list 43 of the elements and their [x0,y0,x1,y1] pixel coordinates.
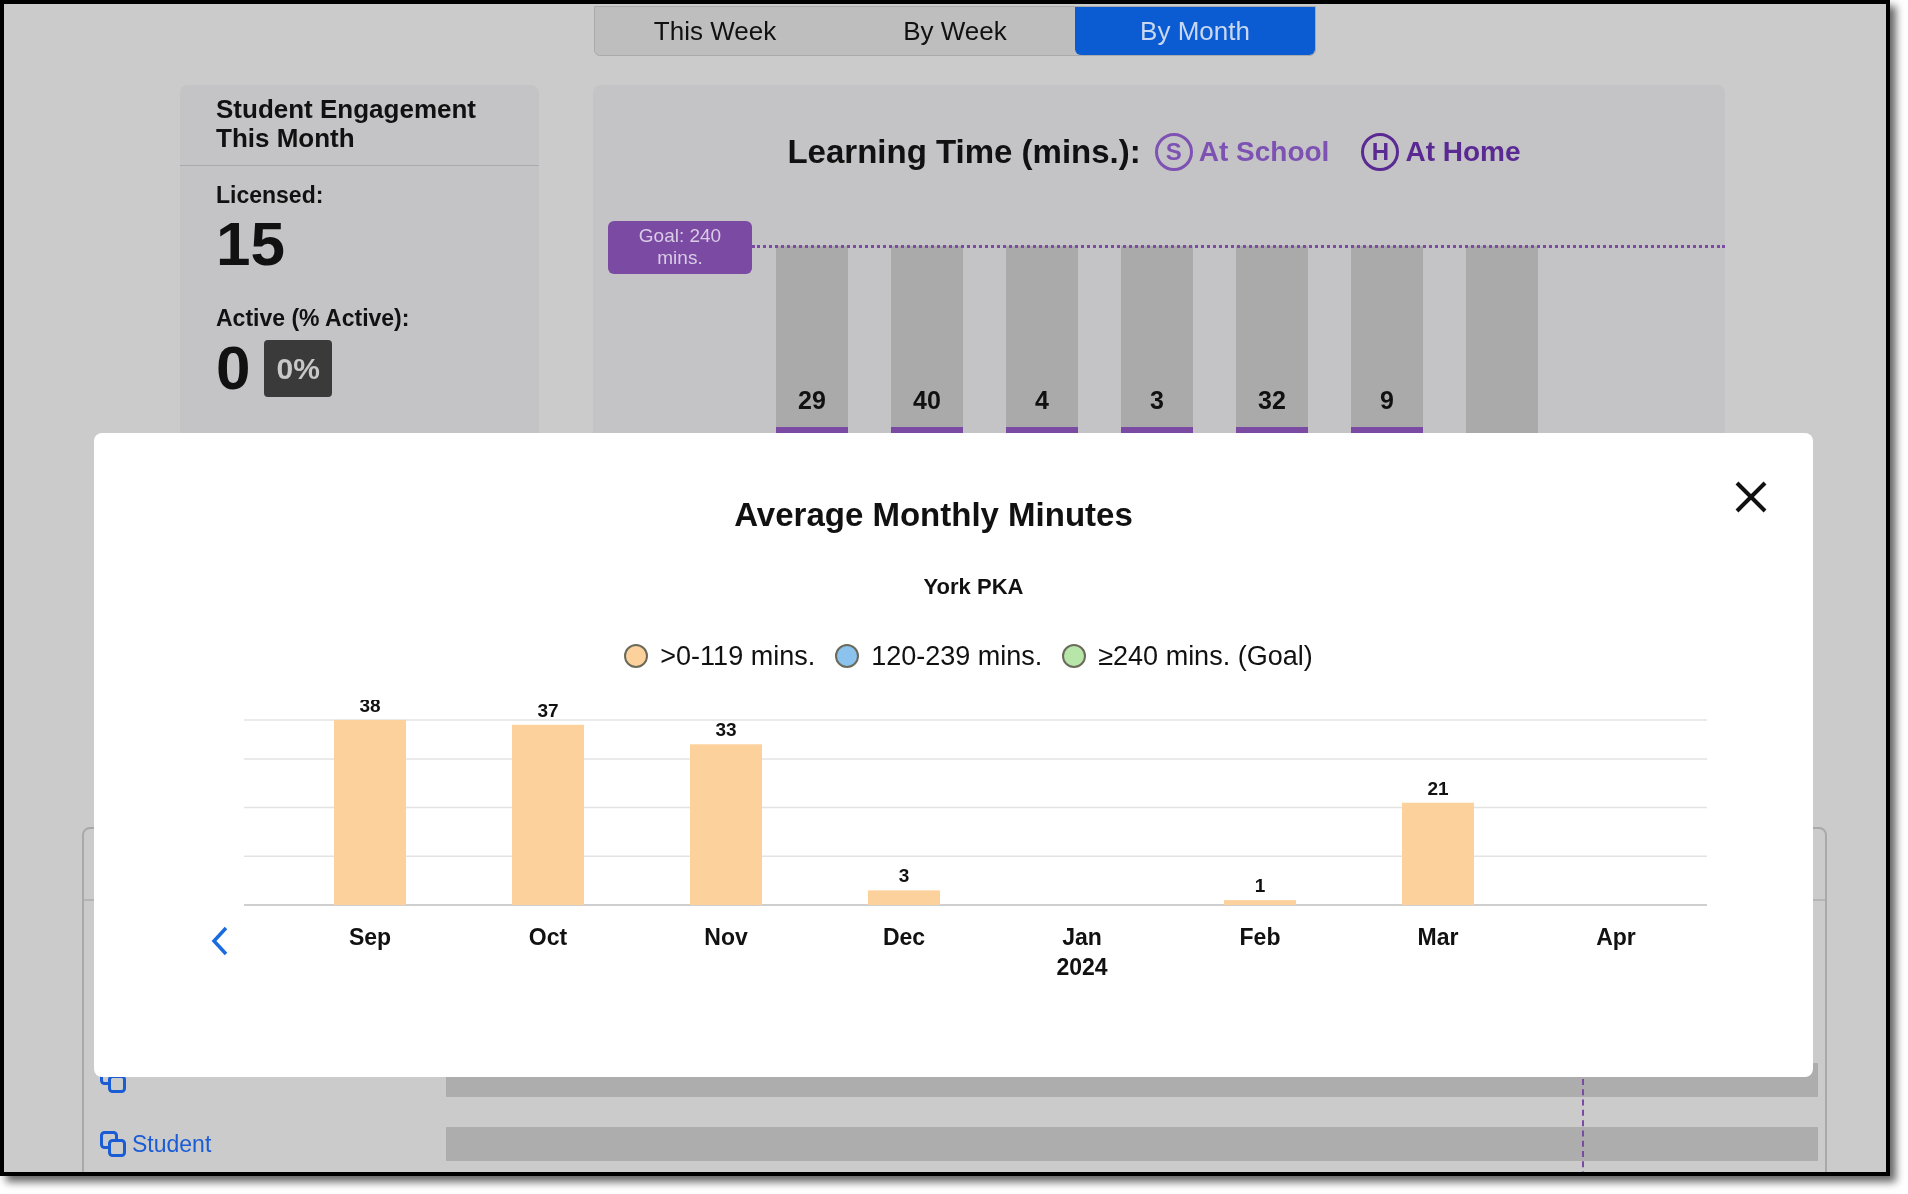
legend-letter-icon: S [1154,132,1193,171]
chart-bar [1224,900,1296,905]
tab[interactable]: This Week [595,7,835,55]
data-label: 37 [537,700,559,721]
goal-tag: Goal: 240 mins. [608,220,752,274]
bar-value: 29 [798,384,826,416]
axis-label: Oct [528,924,568,950]
active-percent: 0% [264,339,332,397]
axis-label: Dec [882,924,926,950]
data-label: 3 [898,865,910,887]
chart-bar [868,890,940,905]
bar-value: 3 [1150,384,1164,416]
bar-value: 4 [1035,384,1049,416]
licensed-label: Licensed: [216,181,325,210]
active-label: Active (% Active): [216,303,411,333]
legend-label: At School [1198,134,1330,169]
legend-label: 120-239 mins. [871,639,1043,673]
licensed-count: 15 [216,212,286,275]
legend-label: ≥240 mins. (Goal) [1098,639,1313,673]
axis-label: Jan 2024 [1056,924,1108,980]
axis-label: Sep [348,924,392,950]
student-link[interactable]: Student [100,1126,446,1162]
tab[interactable]: By Week [835,7,1075,55]
copy-icon [100,1131,126,1157]
card-title: Student Engagement This Month [216,95,477,153]
legend-letter-icon: H [1361,132,1400,171]
modal-title: Average Monthly Minutes [734,495,1133,535]
axis-label: Feb [1239,924,1281,950]
bar-value: 32 [1258,384,1286,416]
chart-title: Learning Time (mins.): [787,132,1141,172]
active-count: 0 [216,337,251,399]
data-label: 21 [1427,777,1449,799]
axis-label: Apr [1596,924,1636,950]
data-label: 1 [1254,875,1266,897]
tab[interactable]: By Month [1075,7,1315,55]
modal-subtitle: York PKA [923,573,1024,601]
data-label: 33 [715,719,737,741]
axis-label: Nov [704,924,748,950]
bar-value: 9 [1380,384,1394,416]
axis-label: Mar [1417,924,1459,950]
bar-value: 40 [913,384,941,416]
legend-label: At Home [1405,134,1521,169]
legend-label: >0-119 mins. [660,639,816,673]
